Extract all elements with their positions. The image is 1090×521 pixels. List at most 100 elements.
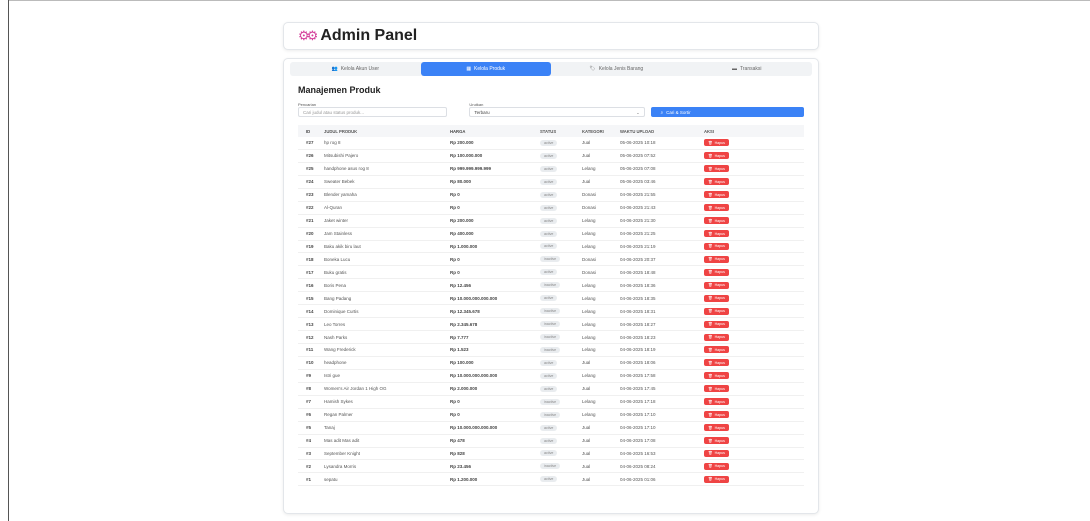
status-badge: active [540,437,558,444]
row-action-cell: 🗑 Hapus [704,372,734,380]
delete-button[interactable]: 🗑 Hapus [704,333,729,341]
delete-button[interactable]: 🗑 Hapus [704,385,729,393]
delete-button[interactable]: 🗑 Hapus [704,255,729,263]
delete-button[interactable]: 🗑 Hapus [704,346,729,354]
row-title: headphone [324,360,347,366]
row-upload-time: 04-06-2025 18:06 [620,360,656,366]
delete-button-label: Hapus [714,360,725,365]
delete-button[interactable]: 🗑 Hapus [704,152,729,160]
row-upload-time: 04-06-2025 21:19 [620,243,656,249]
delete-button[interactable]: 🗑 Hapus [704,204,729,212]
status-badge: active [540,424,558,431]
row-category: Jual [582,179,591,185]
tab-products[interactable]: ▦ Kelola Produk [420,62,551,76]
tab-users[interactable]: 👥 Kelola Akun User [290,62,421,76]
delete-button[interactable]: 🗑 Hapus [704,191,729,199]
row-title: Blender yamaha [324,192,357,198]
delete-button-label: Hapus [714,192,725,197]
delete-button[interactable]: 🗑 Hapus [704,294,729,302]
filter-bar: Pencarian Cari judul atau status produk.… [298,102,804,119]
delete-button[interactable]: 🗑 Hapus [704,320,729,328]
row-action-cell: 🗑 Hapus [704,449,734,457]
search-input[interactable]: Cari judul atau status produk... [298,107,448,117]
delete-button[interactable]: 🗑 Hapus [704,475,729,483]
table-row: #26 Mitsubishi Pajero Rp 100.000.000 active… [298,150,804,163]
delete-button[interactable]: 🗑 Hapus [704,462,729,470]
status-badge: inactive [540,334,561,341]
delete-button[interactable]: 🗑 Hapus [704,178,729,186]
status-badge: active [540,230,558,237]
status-badge: inactive [540,411,561,418]
row-price: Rp 80.000 [450,179,472,185]
status-badge: active [540,152,558,159]
delete-button[interactable]: 🗑 Hapus [704,281,729,289]
row-id: #25 [306,166,314,172]
row-title: Lysandra Morris [324,463,357,469]
row-status-cell: active [540,230,582,237]
row-id: #11 [306,347,314,353]
row-upload-time: 04-06-2025 01:06 [620,476,656,482]
search-icon: ⌕ [660,109,664,115]
main-card: 👥 Kelola Akun User ▦ Kelola Produk 🏷 Kel… [283,58,819,514]
row-status-cell: inactive [540,282,582,289]
delete-button-label: Hapus [714,412,725,417]
row-category: Donasi [582,256,597,262]
row-status-cell: active [540,217,582,224]
row-action-cell: 🗑 Hapus [704,346,734,354]
row-action-cell: 🗑 Hapus [704,385,734,393]
row-action-cell: 🗑 Hapus [704,333,734,341]
row-id: #10 [306,360,314,366]
delete-button-label: Hapus [714,244,725,249]
row-category: Lelang [582,282,596,288]
trash-icon: 🗑 [708,166,713,171]
delete-button[interactable]: 🗑 Hapus [704,449,729,457]
sort-select[interactable]: Terbaru ⌄ [469,107,645,117]
row-id: #27 [306,140,314,146]
row-price: Rp 100.000 [450,360,474,366]
delete-button[interactable]: 🗑 Hapus [704,242,729,250]
status-badge: active [540,476,558,483]
trash-icon: 🗑 [708,438,713,443]
delete-button[interactable]: 🗑 Hapus [704,230,729,238]
delete-button-label: Hapus [714,140,725,145]
delete-button[interactable]: 🗑 Hapus [704,307,729,315]
row-title: September Knight [324,450,361,456]
delete-button[interactable]: 🗑 Hapus [704,139,729,147]
tab-transactions[interactable]: ▬ Transaksi [682,62,813,76]
row-id: #16 [306,282,314,288]
status-badge: active [540,269,558,276]
delete-button[interactable]: 🗑 Hapus [704,437,729,445]
delete-button[interactable]: 🗑 Hapus [704,165,729,173]
row-status-cell: active [540,165,582,172]
row-status-cell: active [540,437,582,444]
tab-categories[interactable]: 🏷 Kelola Jenis Barang [551,62,682,76]
delete-button-label: Hapus [714,373,725,378]
row-category: Lelang [582,295,596,301]
search-sort-button[interactable]: ⌕ Cari & Sortir [650,107,804,117]
row-category: Jual [582,450,591,456]
trash-icon: 🗑 [708,296,713,301]
row-title: Mas adit Mas adit [324,438,360,444]
status-badge: active [540,165,558,172]
row-title: Jaket winter [324,218,349,224]
delete-button[interactable]: 🗑 Hapus [704,372,729,380]
row-action-cell: 🗑 Hapus [704,242,734,250]
row-category: Lelang [582,373,596,379]
table-body: #27 hp rog 8 Rp 200.000 active Jual 05-06-202… [298,137,804,487]
row-price: Rp 2.000.000 [450,386,478,392]
sort-select-value: Terbaru [474,109,490,115]
delete-button-label: Hapus [714,451,725,456]
row-action-cell: 🗑 Hapus [704,424,734,432]
row-upload-time: 04-06-2025 21:30 [620,218,656,224]
table-row: #16 Boris Pena Rp 12.456 inactive Lelang 04-0… [298,279,804,293]
delete-button[interactable]: 🗑 Hapus [704,217,729,225]
delete-button[interactable]: 🗑 Hapus [704,398,729,406]
delete-button[interactable]: 🗑 Hapus [704,359,729,367]
row-title: hp rog 8 [324,140,341,146]
delete-button[interactable]: 🗑 Hapus [704,268,729,276]
delete-button[interactable]: 🗑 Hapus [704,424,729,432]
row-price: Rp 23.456 [450,463,472,469]
row-title: Women's Air Jordan 1 High OG [324,386,387,392]
delete-button[interactable]: 🗑 Hapus [704,411,729,419]
row-id: #21 [306,218,314,224]
